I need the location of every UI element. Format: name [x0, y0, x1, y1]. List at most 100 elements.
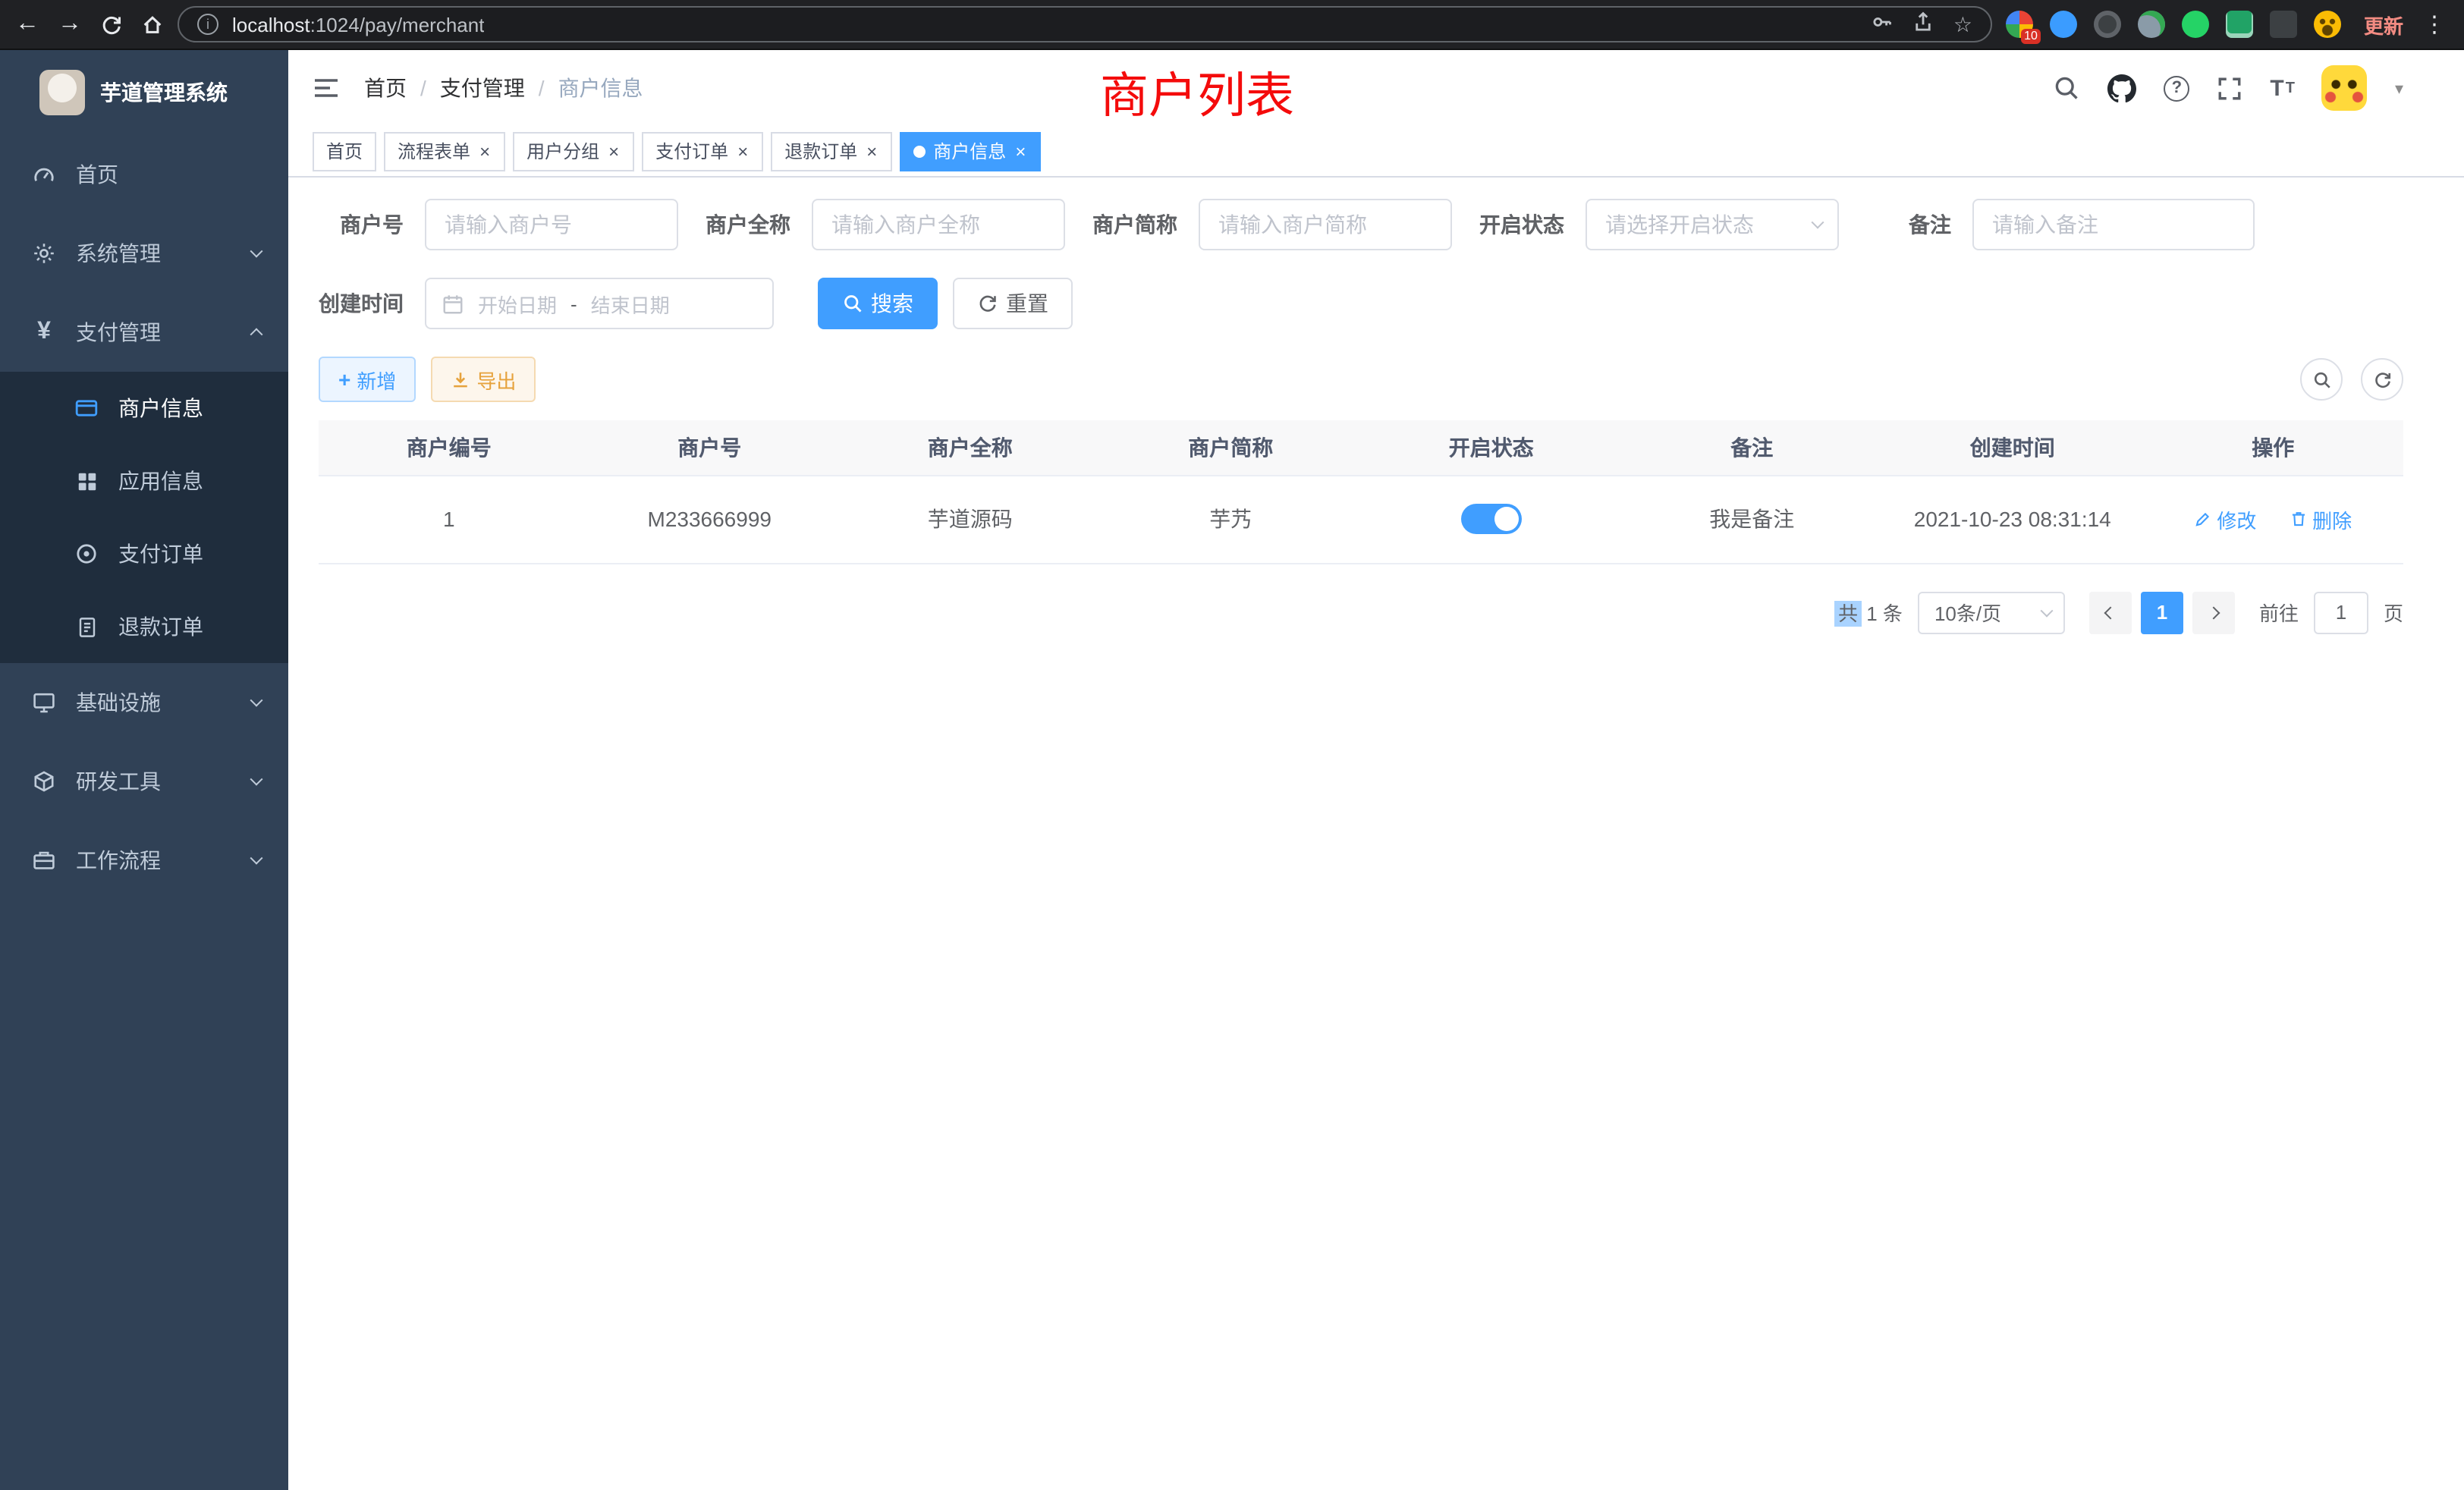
sidebar-item-refund-order[interactable]: 退款订单 — [0, 590, 288, 663]
sidebar-item-infrastructure[interactable]: 基础设施 — [0, 663, 288, 742]
tags-bar: 首页 流程表单 × 用户分组 × 支付订单 × 退款订单 × — [288, 126, 2464, 178]
current-page-button[interactable]: 1 — [2141, 591, 2183, 633]
toggle-search-button[interactable] — [2300, 358, 2343, 401]
create-time-label: 创建时间 — [319, 288, 404, 319]
tab-close-icon[interactable]: × — [478, 142, 492, 160]
status-toggle[interactable] — [1461, 504, 1522, 534]
sidebar-item-label: 商户信息 — [118, 393, 261, 423]
search-button[interactable]: 搜索 — [818, 278, 938, 329]
share-icon[interactable] — [1912, 11, 1935, 38]
extension-icon-green-circle[interactable] — [2182, 11, 2209, 38]
status-select[interactable]: 请选择开启状态 — [1586, 199, 1839, 250]
breadcrumb-home[interactable]: 首页 — [364, 73, 407, 103]
table-row: 1 M233666999 芋道源码 芋艿 我是备注 2021-10-23 08:… — [319, 475, 2403, 563]
filter-merchant-no: 商户号 — [319, 199, 678, 250]
sidebar-item-home[interactable]: 首页 — [0, 135, 288, 214]
search-icon[interactable] — [2053, 74, 2080, 102]
saved-passwords-key-icon[interactable] — [1872, 11, 1894, 38]
fullscreen-icon[interactable] — [2217, 75, 2242, 101]
sidebar-item-payment[interactable]: ¥ 支付管理 — [0, 293, 288, 372]
refresh-table-button[interactable] — [2361, 358, 2403, 401]
extension-icon-pin[interactable] — [2270, 11, 2297, 38]
extension-icon-colorful[interactable]: 10 — [2006, 11, 2033, 38]
date-range-picker[interactable]: 开始日期 - 结束日期 — [425, 278, 774, 329]
breadcrumb-payment[interactable]: 支付管理 — [440, 73, 525, 103]
sidebar-item-workflow[interactable]: 工作流程 — [0, 821, 288, 900]
browser-update-button[interactable]: 更新 — [2364, 10, 2403, 39]
breadcrumb-separator: / — [420, 76, 426, 100]
tab-close-icon[interactable]: × — [865, 142, 878, 160]
user-avatar[interactable] — [2322, 65, 2368, 111]
remark-input[interactable] — [1972, 199, 2255, 250]
sidebar-item-label: 首页 — [76, 159, 261, 190]
tab-refund-order[interactable]: 退款订单 × — [771, 131, 892, 171]
sidebar-item-merchant-info[interactable]: 商户信息 — [0, 372, 288, 445]
font-size-icon[interactable]: TT — [2270, 75, 2295, 101]
browser-reload-icon[interactable] — [100, 13, 123, 36]
browser-home-icon[interactable] — [141, 13, 164, 36]
github-icon[interactable] — [2107, 74, 2136, 102]
main-area: 首页 / 支付管理 / 商户信息 商户列表 — [288, 50, 2464, 1490]
browser-forward-icon[interactable]: → — [58, 12, 82, 36]
cell-id: 1 — [319, 475, 580, 563]
filter-create-time: 创建时间 开始日期 - 结束日期 — [319, 278, 774, 329]
tab-user-group[interactable]: 用户分组 × — [513, 131, 634, 171]
bookmark-star-icon[interactable]: ☆ — [1953, 11, 1972, 37]
tab-label: 商户信息 — [933, 138, 1006, 164]
tab-home[interactable]: 首页 — [313, 131, 376, 171]
search-button-label: 搜索 — [871, 288, 913, 319]
dashboard-icon — [30, 162, 58, 187]
extension-icon-green-square[interactable] — [2226, 11, 2253, 38]
delete-link[interactable]: 删除 — [2290, 505, 2352, 533]
tab-merchant-info[interactable]: 商户信息 × — [900, 131, 1041, 171]
help-icon[interactable]: ? — [2164, 75, 2189, 101]
site-info-icon[interactable]: i — [197, 14, 218, 35]
merchant-no-input[interactable] — [425, 199, 678, 250]
goto-page-input[interactable] — [2314, 591, 2368, 633]
cell-status — [1361, 475, 1622, 563]
hamburger-icon[interactable] — [313, 76, 340, 100]
yen-icon: ¥ — [30, 319, 58, 346]
extension-icon-dark[interactable] — [2094, 11, 2121, 38]
extension-icon-blue-drop[interactable] — [2050, 11, 2077, 38]
content: 商户号 商户全称 商户简称 开启状态 请选择开启状态 — [288, 178, 2464, 1490]
tab-close-icon[interactable]: × — [607, 142, 621, 160]
tab-pay-order[interactable]: 支付订单 × — [642, 131, 763, 171]
status-select-placeholder: 请选择开启状态 — [1605, 209, 1754, 240]
reset-button[interactable]: 重置 — [953, 278, 1073, 329]
tab-process-form[interactable]: 流程表单 × — [384, 131, 505, 171]
page-size-value: 10条/页 — [1934, 598, 2001, 627]
page-title-annotation: 商户列表 — [1100, 58, 1294, 127]
short-name-input[interactable] — [1199, 199, 1452, 250]
page-size-select[interactable]: 10条/页 — [1918, 591, 2065, 633]
browser-toolbar: ← → i localhost:1024/pay/merchant — [0, 0, 2464, 50]
sidebar: 芋道管理系统 首页 — [0, 50, 288, 1490]
browser-back-icon[interactable]: ← — [15, 12, 39, 36]
extension-icon-avatar[interactable] — [2138, 11, 2165, 38]
user-menu-caret-icon[interactable]: ▾ — [2395, 78, 2403, 98]
status-label: 开启状态 — [1479, 209, 1564, 240]
sidebar-item-dev-tools[interactable]: 研发工具 — [0, 742, 288, 821]
browser-menu-kebab-icon[interactable]: ⋮ — [2420, 11, 2449, 38]
payment-submenu: 商户信息 应用信息 — [0, 372, 288, 663]
date-end-placeholder: 结束日期 — [591, 289, 670, 318]
browser-profile-avatar[interactable] — [2314, 11, 2341, 38]
sidebar-item-app-info[interactable]: 应用信息 — [0, 445, 288, 517]
edit-link[interactable]: 修改 — [2194, 505, 2256, 533]
sidebar-item-system[interactable]: 系统管理 — [0, 214, 288, 293]
add-button[interactable]: + 新增 — [319, 357, 416, 402]
sidebar-item-label: 支付管理 — [76, 317, 234, 347]
tab-close-icon[interactable]: × — [736, 142, 750, 160]
full-name-input[interactable] — [812, 199, 1065, 250]
export-button[interactable]: 导出 — [431, 357, 536, 402]
table-header-row: 商户编号 商户号 商户全称 商户简称 开启状态 备注 创建时间 操作 — [319, 420, 2403, 475]
app-logo[interactable]: 芋道管理系统 — [0, 50, 288, 135]
add-button-label: 新增 — [357, 365, 396, 394]
table-header-full-name: 商户全称 — [840, 420, 1101, 475]
next-page-button[interactable] — [2192, 591, 2235, 633]
address-bar[interactable]: i localhost:1024/pay/merchant ☆ — [178, 6, 1992, 42]
prev-page-button[interactable] — [2089, 591, 2132, 633]
sidebar-item-pay-order[interactable]: 支付订单 — [0, 517, 288, 590]
tab-close-icon[interactable]: × — [1014, 142, 1027, 160]
reset-button-label: 重置 — [1006, 288, 1048, 319]
